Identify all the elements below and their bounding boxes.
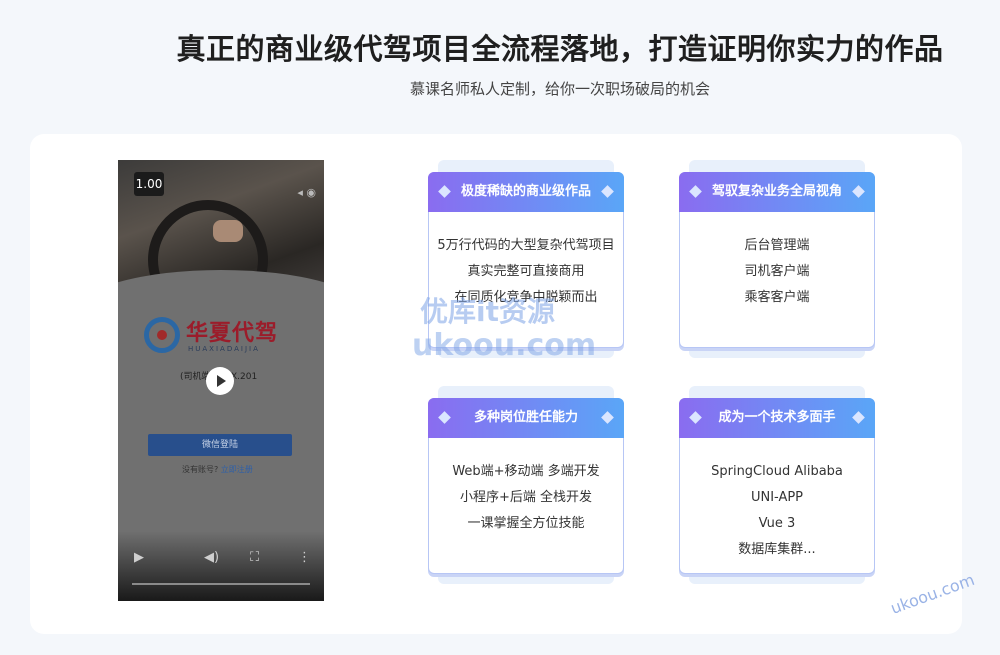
card-line: 一课掌握全方位技能 [467, 516, 585, 531]
card-line: UNI-APP [750, 490, 804, 505]
diamond-icon [689, 411, 702, 424]
card-body: 驾驭复杂业务全局视角 后台管理端 司机客户端 乘客客户端 [679, 172, 875, 348]
register-prompt: 没有账号? 立即注册 [182, 464, 253, 475]
logo-mark-icon [144, 317, 180, 353]
card-line: 数据库集群... [738, 542, 816, 557]
diamond-icon [601, 185, 614, 198]
card-line: 乘客客户端 [744, 290, 810, 305]
wechat-login-button: 微信登陆 [148, 434, 292, 456]
card-title-text: 多种岗位胜任能力 [473, 410, 578, 425]
fullscreen-icon[interactable]: ⛶ [250, 550, 259, 565]
more-icon[interactable]: ⋮ [298, 550, 311, 565]
card-line: 小程序+后端 全栈开发 [459, 490, 593, 505]
card-title: 多种岗位胜任能力 [428, 398, 624, 438]
feature-card-4: 成为一个技术多面手 SpringCloud Alibaba UNI-APP Vu… [679, 386, 875, 584]
diamond-icon [852, 185, 865, 198]
card-line: 后台管理端 [744, 238, 810, 253]
card-body: 成为一个技术多面手 SpringCloud Alibaba UNI-APP Vu… [679, 398, 875, 574]
feature-card-2: 驾驭复杂业务全局视角 后台管理端 司机客户端 乘客客户端 [679, 160, 875, 358]
page-title: 真正的商业级代驾项目全流程落地，打造证明你实力的作品 [176, 32, 944, 66]
diamond-icon [852, 411, 865, 424]
logo-english-name: HUAXIADAIJIA [188, 345, 260, 353]
playback-speed-button[interactable]: 1.00 [134, 172, 164, 196]
video-player[interactable]: 1.00 ◂ ◉ 华夏代驾 HUAXIADAIJIA (司机端 20XX.201… [118, 160, 324, 601]
watermark-text: 优库it资源 [420, 295, 555, 328]
card-line: 真实完整可直接商用 [467, 264, 585, 279]
video-progress-bar[interactable] [132, 583, 310, 585]
volume-icon[interactable]: ◀) [204, 550, 219, 565]
card-line: 5万行代码的大型复杂代驾项目 [437, 238, 615, 253]
card-title: 驾驭复杂业务全局视角 [679, 172, 875, 212]
logo-chinese-name: 华夏代驾 [186, 320, 279, 346]
card-line: Web端+移动端 多端开发 [452, 464, 600, 479]
card-title-text: 驾驭复杂业务全局视角 [711, 184, 842, 199]
register-link: 立即注册 [220, 465, 253, 474]
card-line: 司机客户端 [744, 264, 810, 279]
card-title: 极度稀缺的商业级作品 [428, 172, 624, 212]
diamond-icon [438, 411, 451, 424]
page-subtitle: 慕课名师私人定制，给你一次职场破局的机会 [409, 80, 710, 98]
card-line: SpringCloud Alibaba [711, 464, 843, 479]
watermark-url: ukoou.com [412, 328, 597, 363]
play-icon[interactable] [206, 367, 234, 395]
screen-status-icons: ◂ ◉ [297, 186, 316, 199]
card-title-text: 极度稀缺的商业级作品 [460, 184, 591, 199]
app-logo: 华夏代驾 HUAXIADAIJIA [144, 315, 304, 359]
register-prompt-text: 没有账号? [182, 465, 219, 474]
diamond-icon [438, 185, 451, 198]
card-body: 多种岗位胜任能力 Web端+移动端 多端开发 小程序+后端 全栈开发 一课掌握全… [428, 398, 624, 574]
play-icon[interactable]: ▶ [134, 550, 144, 565]
diamond-icon [689, 185, 702, 198]
diamond-icon [601, 411, 614, 424]
card-line: Vue 3 [758, 516, 796, 531]
card-title: 成为一个技术多面手 [679, 398, 875, 438]
feature-card-3: 多种岗位胜任能力 Web端+移动端 多端开发 小程序+后端 全栈开发 一课掌握全… [428, 386, 624, 584]
card-title-text: 成为一个技术多面手 [718, 410, 836, 425]
video-controls: ▶ ◀) ⛶ ⋮ [118, 531, 324, 601]
hand-graphic [213, 220, 243, 242]
